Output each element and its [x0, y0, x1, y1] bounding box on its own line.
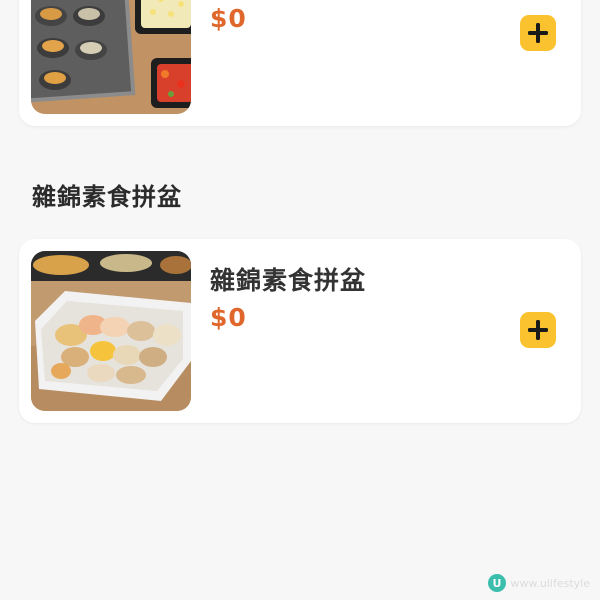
add-to-cart-button[interactable]	[520, 15, 556, 51]
menu-item-card[interactable]: $0	[19, 0, 581, 126]
watermark: U www.ulifestyle	[488, 574, 590, 592]
svg-text:U: U	[493, 577, 502, 590]
section-title: 雜錦素食拼盆	[32, 183, 182, 211]
plus-icon	[528, 23, 548, 43]
add-to-cart-button[interactable]	[520, 312, 556, 348]
ulifestyle-logo-icon: U	[488, 574, 507, 592]
seafood-photo-image	[31, 0, 191, 114]
item-photo	[31, 0, 191, 114]
menu-item-card[interactable]: 雜錦素食拼盆 $0	[19, 239, 581, 423]
item-title: 雜錦素食拼盆	[210, 266, 367, 295]
item-photo	[31, 251, 191, 411]
watermark-text: www.ulifestyle	[510, 576, 590, 590]
vegetarian-platter-image	[31, 251, 191, 411]
item-price: $0	[210, 4, 247, 33]
item-price: $0	[210, 303, 247, 332]
plus-icon	[528, 320, 548, 340]
